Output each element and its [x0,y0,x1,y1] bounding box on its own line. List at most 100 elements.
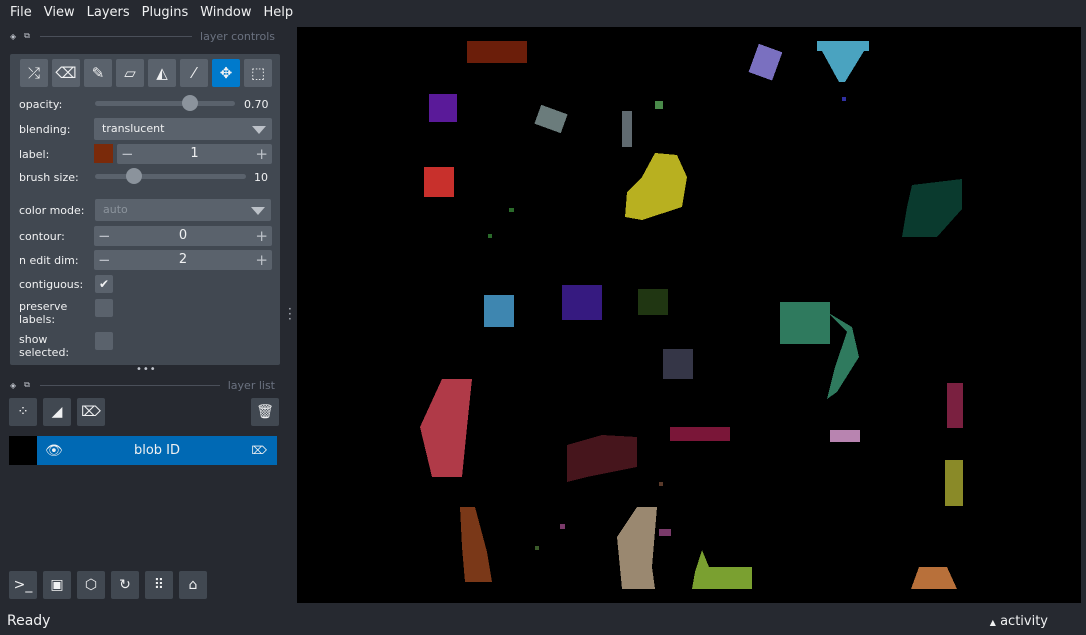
rotate-icon: ↻ [119,577,131,593]
decrement-button[interactable]: − [121,144,134,164]
pick-button[interactable]: ⁄ [180,59,208,87]
grid-icon: ⠿ [153,577,165,593]
float-icon[interactable]: ◈ [10,381,16,390]
blob [460,507,492,582]
increment-button[interactable]: + [255,226,268,246]
blob [617,507,657,589]
blob [509,208,514,212]
menu-help[interactable]: Help [258,5,300,20]
polygon-button[interactable]: ▱ [116,59,144,87]
preserve-labels-checkbox[interactable] [95,299,113,317]
check-icon: ✔ [98,277,110,291]
blob [842,97,846,101]
caret-up-icon: ▲ [989,618,996,627]
paintbrush-icon: ✎ [91,64,105,82]
brush-size-label: brush size: [19,171,79,184]
dock-splitter[interactable]: · · · [288,303,292,325]
blending-dropdown[interactable]: translucent [94,118,272,140]
layer-list-title: layer list [227,378,275,392]
new-labels-layer-button[interactable]: ⌦ [77,398,105,426]
home-button[interactable]: ⌂ [179,571,207,599]
transform-button[interactable]: ⬚ [244,59,272,87]
blob [429,94,457,122]
n-edit-dim-spinbox[interactable]: − 2 + [94,250,272,270]
console-button[interactable]: >_ [9,571,37,599]
blob [780,302,830,344]
blob [830,430,860,442]
ndisplay-button[interactable]: ▣ [43,571,71,599]
decrement-button[interactable]: − [98,250,111,270]
menu-window[interactable]: Window [194,5,257,20]
viewer-canvas[interactable] [297,27,1081,603]
shuffle-colors-button[interactable]: ⤮ [20,59,48,87]
label-color-swatch[interactable] [94,144,113,163]
menu-file[interactable]: File [4,5,38,20]
show-selected-label: show selected: [19,333,70,359]
points-icon: ⁘ [17,404,29,420]
decrement-button[interactable]: − [98,226,111,246]
roll-dims-button[interactable]: ⬡ [77,571,105,599]
color-mode-value: auto [103,203,128,216]
blob [424,167,454,197]
blob [827,312,859,399]
activity-label: activity [1000,614,1048,629]
terminal-icon: >_ [13,577,33,593]
eraser-button[interactable]: ⌫ [52,59,80,87]
increment-button[interactable]: + [255,250,268,270]
label-spinbox[interactable]: − 1 + [117,144,272,164]
opacity-value: 0.70 [244,98,269,111]
n-edit-dim-value: 2 [178,252,188,267]
brush-size-slider-handle[interactable] [126,168,142,184]
blob [467,41,527,63]
blob [817,41,869,51]
color-picker-icon: ⁄ [192,64,196,82]
blob [748,43,783,81]
polygon-icon: ▱ [124,64,136,82]
layer-name[interactable]: blob ID [134,443,180,458]
eye-icon[interactable]: 👁 [45,443,63,459]
close-dock-icon[interactable]: ⧉ [24,380,30,390]
layer-controls-title: layer controls [200,29,275,43]
delete-layer-button[interactable]: 🗑 [251,398,279,426]
blob [625,153,687,220]
opacity-slider[interactable] [95,95,235,111]
paint-button[interactable]: ✎ [84,59,112,87]
blob [659,482,663,486]
contour-spinbox[interactable]: − 0 + [94,226,272,246]
blob [822,51,864,82]
pan-zoom-button[interactable]: ✥ [212,59,240,87]
splitter-handle[interactable]: ••• [136,364,157,375]
label-value: 1 [190,146,199,161]
close-dock-icon[interactable]: ⧉ [24,31,30,41]
n-edit-dim-label: n edit dim: [19,254,79,267]
home-icon: ⌂ [188,577,198,593]
menu-layers[interactable]: Layers [81,5,136,20]
blob [420,379,472,477]
status-text: Ready [7,613,51,629]
grid-button[interactable]: ⠿ [145,571,173,599]
layer-item[interactable]: 👁 blob ID ⌦ [9,436,277,465]
blob [659,529,671,536]
contiguous-checkbox[interactable]: ✔ [95,275,113,293]
brush-size-value: 10 [254,171,268,184]
menu-plugins[interactable]: Plugins [136,5,195,20]
blob [560,524,565,529]
labels-image [420,41,963,589]
show-selected-checkbox[interactable] [95,332,113,350]
opacity-slider-handle[interactable] [181,95,198,111]
select-icon: ⬚ [250,64,266,82]
float-icon[interactable]: ◈ [10,32,16,41]
brush-size-slider[interactable] [95,168,246,184]
menu-view[interactable]: View [38,5,81,20]
color-mode-dropdown[interactable]: auto [95,199,271,221]
increment-button[interactable]: + [255,144,268,164]
shapes-icon: ◢ [51,404,63,420]
new-shapes-layer-button[interactable]: ◢ [43,398,71,426]
activity-button[interactable]: ▲ activity [990,614,1048,629]
preserve-labels-label: preserve labels: [19,300,68,326]
transpose-button[interactable]: ↻ [111,571,139,599]
new-points-layer-button[interactable]: ⁘ [9,398,37,426]
fill-button[interactable]: ◭ [148,59,176,87]
blob [638,289,668,315]
layer-controls-header: ◈ ⧉ layer controls [10,29,275,43]
